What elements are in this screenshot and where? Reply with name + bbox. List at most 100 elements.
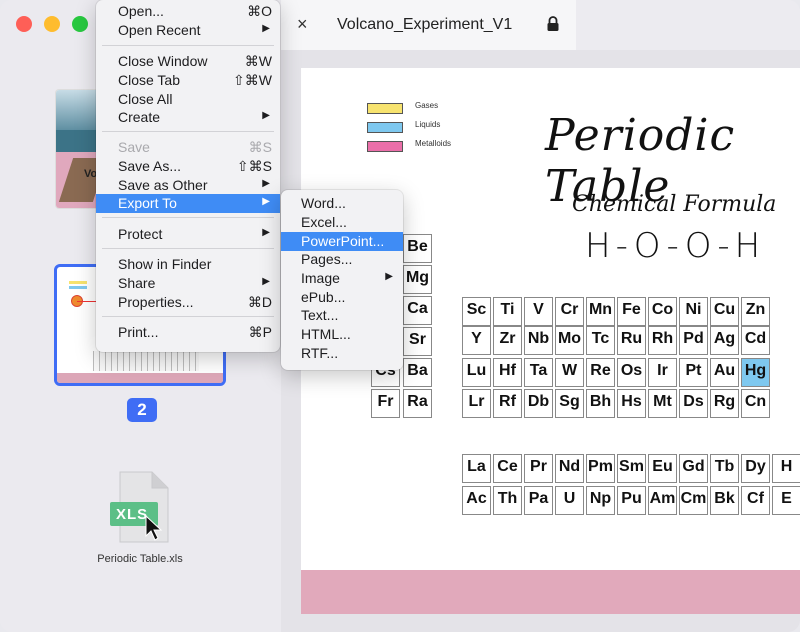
tab-volcano-experiment[interactable]: × Volcano_Experiment_V1 xyxy=(281,0,576,50)
element-symbol: Ta xyxy=(529,362,548,379)
minimize-window-button[interactable] xyxy=(44,16,60,32)
xls-file-icon[interactable]: XLS xyxy=(110,470,170,546)
element-cell-hg: Hg xyxy=(741,358,770,387)
element-cell-ni: Ni xyxy=(679,297,708,326)
element-cell-tb: Tb xyxy=(710,454,739,483)
menu-item-shortcut: ⌘W xyxy=(244,53,272,69)
export-menu-item-rtf[interactable]: RTF... xyxy=(281,344,403,363)
file-menu-item-protect[interactable]: Protect ▶ xyxy=(96,225,280,244)
element-cell-ti: Ti xyxy=(493,297,522,326)
legend-label: Gases xyxy=(415,101,439,110)
close-tab-icon[interactable]: × xyxy=(297,14,308,35)
element-symbol: Nd xyxy=(558,458,581,475)
file-menu-item-open-recent[interactable]: Open Recent ▶ xyxy=(96,21,280,40)
element-cell-rf: Rf xyxy=(493,389,522,418)
element-cell-ta: Ta xyxy=(524,358,553,387)
element-symbol: Rg xyxy=(713,393,736,410)
lock-icon xyxy=(547,16,559,31)
element-cell-sr: Sr xyxy=(403,327,432,356)
element-symbol: Am xyxy=(649,490,676,507)
element-symbol: Gd xyxy=(682,458,705,475)
pink-band xyxy=(301,570,800,614)
element-symbol: Pd xyxy=(683,330,704,347)
zoom-window-button[interactable] xyxy=(72,16,88,32)
file-menu-item-save-as-other[interactable]: Save as Other ▶ xyxy=(96,176,280,195)
element-cell-cm: Cm xyxy=(679,486,708,515)
element-cell-mt: Mt xyxy=(648,389,677,418)
file-menu-item-save-as[interactable]: Save As... ⇧⌘S xyxy=(96,157,280,176)
tab-bar: × Volcano_Experiment_V1 xyxy=(281,0,800,50)
menu-item-shortcut: ⌘D xyxy=(247,294,272,310)
menu-item-label: Save xyxy=(118,139,150,155)
element-cell-ba: Ba xyxy=(403,358,432,387)
element-symbol: Cu xyxy=(713,301,736,318)
element-cell-au: Au xyxy=(710,358,739,387)
file-menu-item-show-in-finder[interactable]: Show in Finder xyxy=(96,255,280,274)
export-submenu: Word... Excel... PowerPoint... Pages... Imag… xyxy=(281,190,403,370)
chevron-right-icon: ▶ xyxy=(262,276,270,287)
element-symbol: H xyxy=(780,458,793,475)
export-menu-item-word[interactable]: Word... xyxy=(281,194,403,213)
element-cell-gd: Gd xyxy=(679,454,708,483)
element-symbol: Ce xyxy=(497,458,518,475)
element-cell-cf: Cf xyxy=(741,486,770,515)
element-symbol: Mn xyxy=(588,301,613,318)
element-symbol: Dy xyxy=(745,458,766,475)
element-symbol: W xyxy=(561,362,578,379)
element-symbol: Y xyxy=(471,330,482,347)
thumb-pink-band xyxy=(57,373,223,383)
element-symbol: Fr xyxy=(377,393,394,410)
element-cell-fe: Fe xyxy=(617,297,646,326)
element-cell-pd: Pd xyxy=(679,326,708,355)
menu-item-label: RTF... xyxy=(301,345,339,361)
menu-item-label: Show in Finder xyxy=(118,256,212,272)
file-menu-item-create[interactable]: Create ▶ xyxy=(96,108,280,127)
tab-title: Volcano_Experiment_V1 xyxy=(337,16,513,33)
menu-item-shortcut: ⌘S xyxy=(248,139,272,155)
element-symbol: Mo xyxy=(557,330,582,347)
menu-item-label: Open Recent xyxy=(118,22,201,38)
file-menu-item-open[interactable]: Open... ⌘O xyxy=(96,2,280,21)
file-menu-item-close-window[interactable]: Close Window ⌘W xyxy=(96,52,280,71)
export-menu-item-text[interactable]: Text... xyxy=(281,306,403,325)
element-cell-np: Np xyxy=(586,486,615,515)
element-symbol: Ni xyxy=(685,301,702,318)
export-menu-item-image[interactable]: Image ▶ xyxy=(281,269,403,288)
menu-separator xyxy=(102,45,274,46)
menu-separator xyxy=(102,248,274,249)
menu-item-label: Pages... xyxy=(301,251,353,267)
element-symbol: Re xyxy=(590,362,611,379)
export-menu-item-powerpoint[interactable]: PowerPoint... xyxy=(281,232,403,251)
element-cell-mn: Mn xyxy=(586,297,615,326)
menu-separator xyxy=(102,316,274,317)
export-menu-item-excel[interactable]: Excel... xyxy=(281,213,403,232)
element-cell-be: Be xyxy=(403,234,432,263)
menu-item-label: Open... xyxy=(118,3,164,19)
menu-item-label: Excel... xyxy=(301,214,347,230)
file-menu-item-share[interactable]: Share ▶ xyxy=(96,274,280,293)
file-menu-item-properties[interactable]: Properties... ⌘D xyxy=(96,293,280,312)
element-symbol: Pr xyxy=(530,458,547,475)
element-symbol: Sc xyxy=(466,301,487,318)
export-menu-item-epub[interactable]: ePub... xyxy=(281,288,403,307)
element-symbol: Os xyxy=(620,362,643,379)
file-menu-item-export-to[interactable]: Export To ▶ xyxy=(96,194,280,213)
menu-item-label: Protect xyxy=(118,226,163,242)
file-menu: Open... ⌘O Open Recent ▶ Close Window ⌘W Close… xyxy=(96,0,280,352)
export-menu-item-html[interactable]: HTML... xyxy=(281,325,403,344)
file-menu-item-close-tab[interactable]: Close Tab ⇧⌘W xyxy=(96,71,280,90)
element-symbol: Sg xyxy=(559,393,580,410)
element-symbol: U xyxy=(563,490,576,507)
element-cell-zr: Zr xyxy=(493,326,522,355)
element-symbol: Cn xyxy=(744,393,767,410)
menu-item-label: Print... xyxy=(118,324,159,340)
thumb-legend xyxy=(69,281,87,284)
file-menu-item-close-all[interactable]: Close All xyxy=(96,90,280,109)
element-symbol: Ti xyxy=(500,301,515,318)
app-window: Vo 2 XLS Periodic Table.xls × Volcano_Ex xyxy=(0,0,800,632)
file-menu-item-print[interactable]: Print... ⌘P xyxy=(96,323,280,342)
export-menu-item-pages[interactable]: Pages... xyxy=(281,250,403,269)
close-window-button[interactable] xyxy=(16,16,32,32)
element-cell-sg: Sg xyxy=(555,389,584,418)
element-symbol: Mt xyxy=(653,393,672,410)
